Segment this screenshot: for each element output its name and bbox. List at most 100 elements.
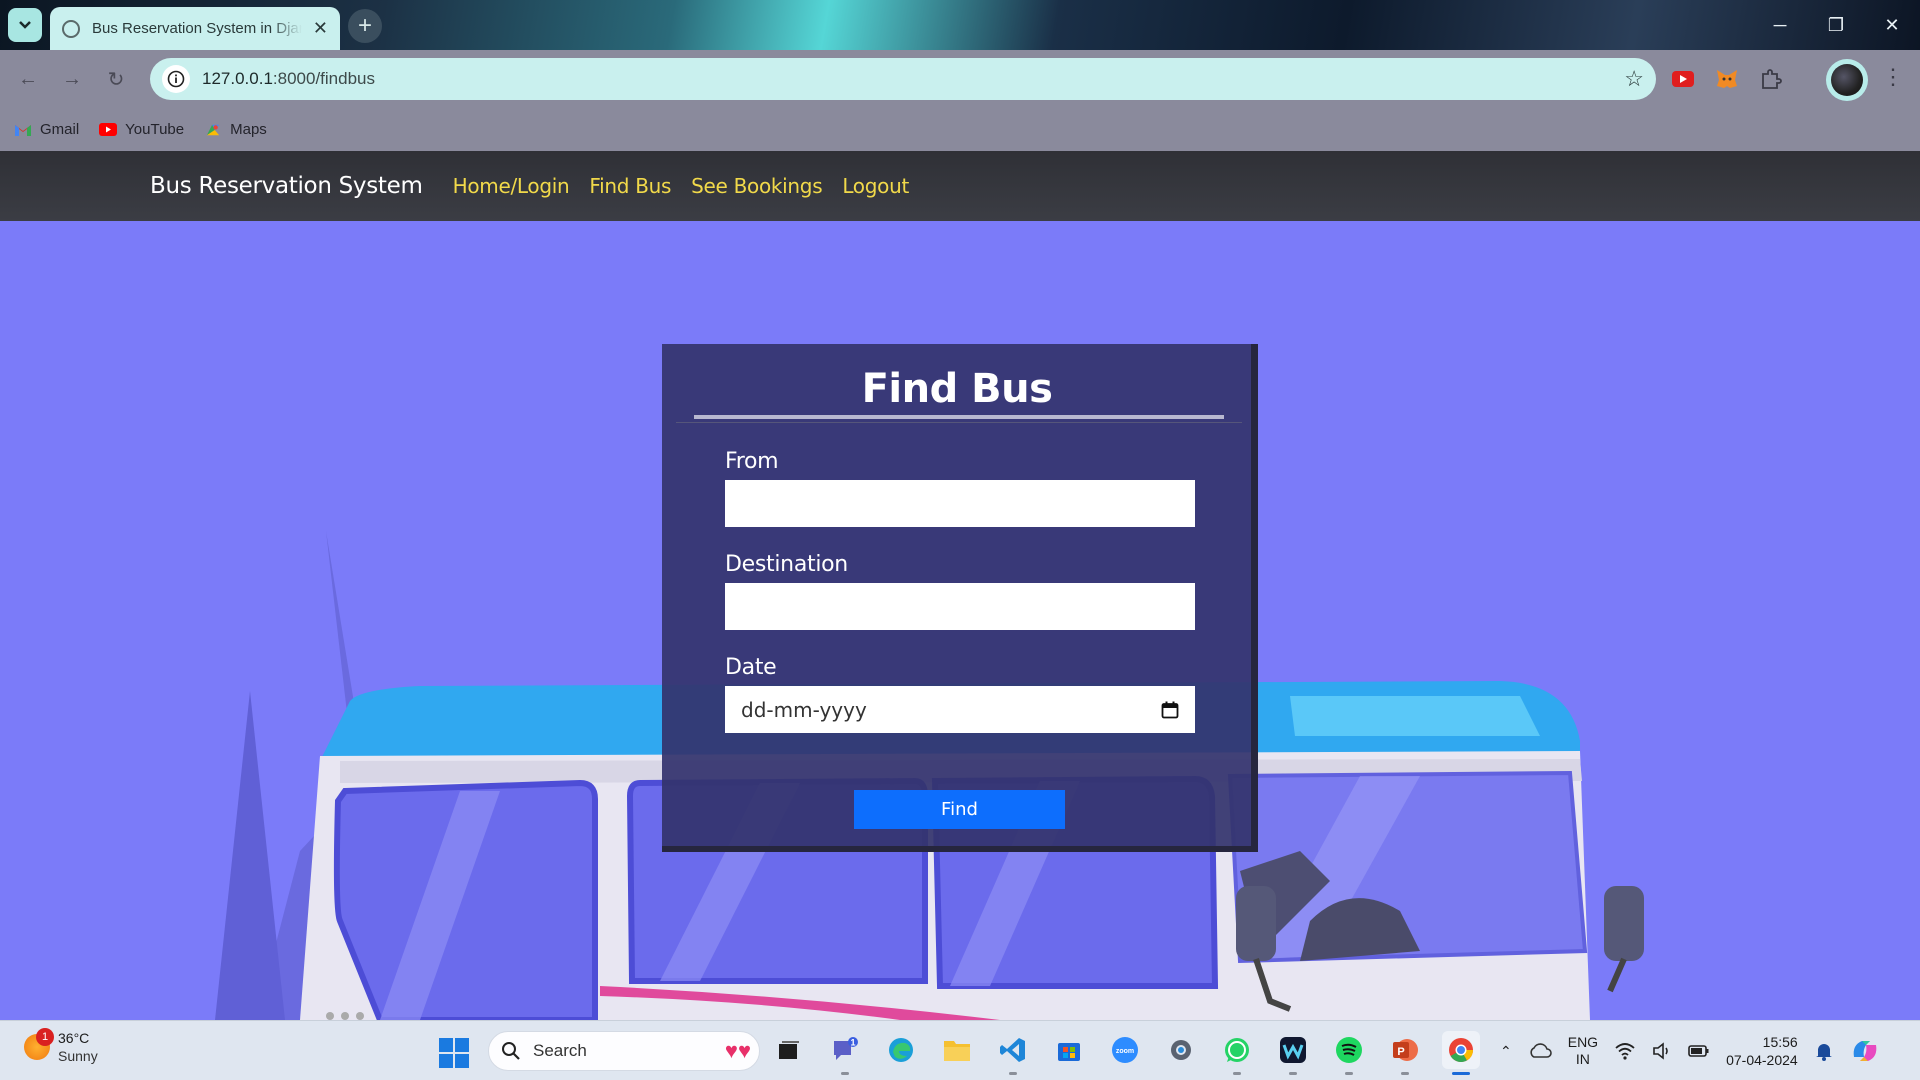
- weather-widget[interactable]: 1 36°C Sunny: [24, 1028, 98, 1065]
- svg-text:zoom: zoom: [1116, 1048, 1134, 1055]
- nav-link-see-bookings[interactable]: See Bookings: [691, 174, 822, 198]
- running-indicator: [1289, 1072, 1297, 1075]
- url-text[interactable]: 127.0.0.1:8000/findbus: [202, 69, 375, 89]
- bookmark-gmail[interactable]: Gmail: [14, 121, 79, 138]
- vscode-icon[interactable]: [994, 1031, 1032, 1075]
- bookmark-label: Gmail: [40, 121, 80, 138]
- nav-link-home-login[interactable]: Home/Login: [453, 174, 570, 198]
- destination-label: Destination: [725, 552, 848, 577]
- webex-icon[interactable]: [1274, 1031, 1312, 1075]
- task-view-icon[interactable]: [770, 1031, 808, 1069]
- browser-toolbar: ← → ↻ 127.0.0.1:8000/findbus ☆ ⋮: [0, 50, 1920, 108]
- kebab-menu-icon[interactable]: ⋮: [1882, 64, 1904, 90]
- weather-condition: Sunny: [58, 1048, 98, 1064]
- site-navbar: Bus Reservation System Home/Login Find B…: [0, 151, 1920, 221]
- address-bar[interactable]: 127.0.0.1:8000/findbus ☆: [150, 58, 1656, 100]
- browser-titlebar: Bus Reservation System in Djan ✕ + ─ ❐ ✕: [0, 0, 1920, 50]
- browser-tab-active[interactable]: Bus Reservation System in Djan ✕: [50, 7, 340, 50]
- chrome-icon[interactable]: [1442, 1031, 1480, 1075]
- running-indicator: [1233, 1072, 1241, 1075]
- windows-start-icon[interactable]: [439, 1038, 469, 1068]
- language-indicator[interactable]: ENG IN: [1568, 1034, 1598, 1068]
- site-brand[interactable]: Bus Reservation System: [150, 173, 423, 199]
- title-divider: [694, 415, 1224, 419]
- file-explorer-icon[interactable]: [938, 1031, 976, 1069]
- bookmark-maps[interactable]: Maps: [204, 121, 267, 138]
- reload-icon[interactable]: ↻: [94, 57, 138, 101]
- date-label: Date: [725, 655, 777, 680]
- powerpoint-icon[interactable]: P: [1386, 1031, 1424, 1075]
- nav-link-logout[interactable]: Logout: [842, 174, 909, 198]
- find-button[interactable]: Find: [854, 790, 1065, 829]
- search-highlight-hearts-icon: ♥♥: [724, 1038, 751, 1063]
- profile-avatar[interactable]: [1826, 59, 1868, 101]
- puzzle-extensions-icon[interactable]: [1758, 66, 1784, 92]
- close-window-icon[interactable]: ✕: [1864, 0, 1920, 50]
- maps-icon: [207, 124, 220, 135]
- taskbar-apps: 1 zoom P: [770, 1031, 1480, 1075]
- metamask-fox-icon[interactable]: [1714, 66, 1740, 92]
- whatsapp-icon[interactable]: [1218, 1031, 1256, 1075]
- avatar-image: [1831, 64, 1863, 96]
- restore-icon[interactable]: ❐: [1808, 0, 1864, 50]
- from-input[interactable]: [725, 480, 1195, 527]
- volume-icon[interactable]: [1652, 1042, 1672, 1060]
- from-label: From: [725, 449, 779, 474]
- running-indicator: [1452, 1072, 1470, 1075]
- gmail-icon: [15, 124, 31, 136]
- teams-chat-icon[interactable]: 1: [826, 1031, 864, 1075]
- onedrive-cloud-icon[interactable]: [1528, 1043, 1552, 1059]
- battery-icon[interactable]: [1688, 1044, 1710, 1058]
- search-placeholder: Search: [533, 1041, 587, 1060]
- window-controls: ─ ❐ ✕: [1752, 0, 1920, 50]
- date-placeholder: dd-mm-yyyy: [741, 697, 867, 722]
- bookmark-label: Maps: [230, 121, 267, 138]
- tab-search-button[interactable]: [8, 8, 42, 42]
- svg-text:P: P: [1397, 1046, 1404, 1058]
- edge-browser-icon[interactable]: [882, 1031, 920, 1069]
- wifi-icon[interactable]: [1614, 1042, 1636, 1060]
- zoom-icon[interactable]: zoom: [1106, 1031, 1144, 1069]
- calendar-icon[interactable]: [1161, 701, 1179, 719]
- chevron-down-icon: [19, 21, 31, 29]
- running-indicator: [1345, 1072, 1353, 1075]
- minimize-icon[interactable]: ─: [1752, 0, 1808, 50]
- weather-temperature: 36°C: [58, 1030, 90, 1046]
- new-tab-button[interactable]: +: [348, 9, 382, 43]
- chat-badge: 1: [850, 1038, 855, 1048]
- bookmarks-bar: Gmail YouTube Maps: [0, 108, 1920, 151]
- tab-title: Bus Reservation System in Djan: [92, 20, 302, 37]
- sun-icon: 1: [24, 1028, 54, 1060]
- clock-time: 15:56: [1762, 1034, 1798, 1050]
- youtube-extension-icon[interactable]: [1670, 66, 1696, 92]
- running-indicator: [1401, 1072, 1409, 1075]
- date-input[interactable]: dd-mm-yyyy: [725, 686, 1195, 733]
- back-arrow-icon[interactable]: ←: [6, 57, 50, 101]
- windows-taskbar: 1 36°C Sunny Search ♥♥ 1 zoom P ⌃ ENG IN…: [0, 1020, 1920, 1080]
- running-indicator: [1009, 1072, 1017, 1075]
- bookmark-star-icon[interactable]: ☆: [1624, 66, 1644, 92]
- system-tray: ⌃ ENG IN 15:56 07-04-2024: [1500, 1031, 1880, 1071]
- settings-gear-icon[interactable]: [1162, 1031, 1200, 1069]
- spotify-icon[interactable]: [1330, 1031, 1368, 1075]
- notification-bell-icon[interactable]: [1814, 1041, 1834, 1061]
- lang-code: ENG: [1567, 1034, 1599, 1050]
- tab-close-icon[interactable]: ✕: [313, 18, 328, 39]
- youtube-icon: [99, 122, 118, 136]
- nav-link-find-bus[interactable]: Find Bus: [589, 174, 671, 198]
- extensions-area: [1670, 58, 1784, 100]
- system-clock[interactable]: 15:56 07-04-2024: [1726, 1033, 1798, 1069]
- forward-arrow-icon[interactable]: →: [50, 57, 94, 101]
- site-info-icon[interactable]: [162, 65, 190, 93]
- copilot-icon[interactable]: [1850, 1037, 1880, 1065]
- microsoft-store-icon[interactable]: [1050, 1031, 1088, 1069]
- globe-icon: [62, 19, 80, 38]
- show-hidden-icons-chevron-icon[interactable]: ⌃: [1500, 1043, 1512, 1060]
- destination-input[interactable]: [725, 583, 1195, 630]
- title-divider-thin: [676, 422, 1242, 423]
- bookmark-youtube[interactable]: YouTube: [99, 121, 184, 138]
- web-page: Bus Reservation System Home/Login Find B…: [0, 151, 1920, 1020]
- find-bus-card: Find Bus From Destination Date dd-mm-yyy…: [662, 344, 1258, 852]
- clock-date: 07-04-2024: [1726, 1052, 1798, 1068]
- taskbar-search[interactable]: Search ♥♥: [488, 1031, 760, 1071]
